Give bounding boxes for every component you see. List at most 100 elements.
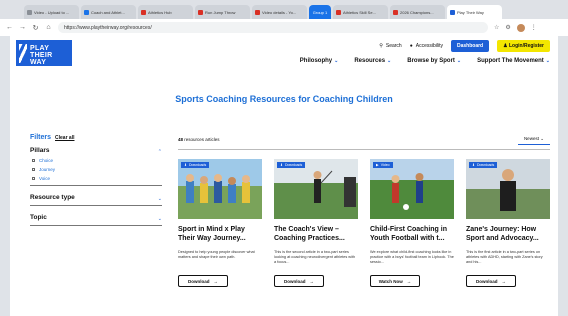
accessibility-icon: ●	[409, 43, 413, 49]
resource-card[interactable]: ⬇ Downloads The Coach's View – Coaching P…	[274, 159, 358, 287]
sort-select[interactable]: Newest ⌄	[517, 134, 550, 145]
filter-section-pillars[interactable]: Pillars ⌃ Choice Journey Voice	[30, 141, 162, 186]
resource-card[interactable]: ▶ Video Child-First Coaching in Youth Foo…	[370, 159, 454, 287]
search-icon: ⚲	[379, 43, 383, 49]
extensions-icon[interactable]: ⚙	[505, 24, 510, 31]
download-button[interactable]: Download →	[466, 275, 516, 287]
pillar-option[interactable]: Journey	[30, 167, 162, 172]
accessibility-button[interactable]: ● Accessibility	[410, 43, 443, 49]
card-image: ⬇ Downloads	[466, 159, 550, 219]
download-icon: ⬇	[280, 163, 283, 167]
arrow-right-icon: →	[309, 278, 315, 284]
tab-favicon-icon	[336, 9, 341, 15]
kids-photo	[186, 174, 250, 203]
checkbox[interactable]	[32, 177, 35, 180]
pillar-option[interactable]: Voice	[30, 176, 162, 181]
arrow-right-icon: →	[501, 278, 507, 284]
card-description: This is the second article in a two-part…	[274, 250, 356, 264]
football-photo	[391, 173, 424, 210]
card-title[interactable]: Zane's Journey: How Sport and Advocacy..…	[466, 225, 550, 245]
results-panel: 48 resources articles Newest ⌄ ⬇ Download…	[178, 134, 550, 287]
card-description: This is the first article in a two-part …	[466, 250, 543, 264]
browser-tab[interactable]: Athletics Skill Se...	[333, 5, 388, 19]
reload-icon[interactable]: ↻	[32, 24, 39, 32]
checkbox[interactable]	[32, 159, 35, 162]
search-button[interactable]: ⚲ Search	[379, 43, 402, 49]
browser-tab[interactable]: Run Jump Throw	[195, 5, 250, 19]
download-button[interactable]: Download →	[178, 275, 228, 287]
chevron-down-icon: ⌄	[540, 136, 544, 141]
tab-favicon-icon	[198, 9, 203, 15]
logo-mark-icon	[19, 44, 27, 63]
resource-card[interactable]: ⬇ Downloads Sport in Mind x Play Their Wa…	[178, 159, 262, 287]
golfer-photo	[313, 170, 356, 207]
tab-favicon-icon	[84, 9, 89, 15]
watch-now-button[interactable]: Watch Now →	[370, 275, 420, 287]
browser-tab-active[interactable]: Play Their Way	[447, 5, 502, 19]
arrow-right-icon: →	[213, 278, 219, 284]
card-title[interactable]: Sport in Mind x Play Their Way Journey..…	[178, 225, 262, 245]
chevron-up-icon: ⌃	[157, 149, 162, 155]
arrow-right-icon: →	[406, 278, 412, 284]
nav-philosophy[interactable]: Philosophy ⌄	[300, 58, 339, 64]
card-image: ⬇ Downloads	[178, 159, 262, 219]
browser-tab[interactable]: Video - Upload to ...	[24, 5, 79, 19]
filter-section-resource-type[interactable]: Resource type ⌄	[30, 186, 162, 206]
nav-browse-by-sport[interactable]: Browse by Sport ⌄	[407, 58, 461, 64]
checkbox[interactable]	[32, 168, 35, 171]
tab-favicon-icon	[255, 9, 260, 15]
web-page: PLAY THEIR WAY ⚲ Search ● Accessibility Da…	[10, 36, 558, 316]
menu-icon[interactable]: ⋮	[531, 24, 537, 31]
browser-tab[interactable]: Video details - Yo...	[252, 5, 307, 19]
tab-favicon-icon	[450, 9, 455, 15]
resource-cards: ⬇ Downloads Sport in Mind x Play Their Wa…	[178, 159, 550, 287]
tab-group-chip[interactable]: Group 1	[309, 5, 331, 19]
back-icon[interactable]: ←	[6, 24, 13, 31]
star-icon[interactable]: ☆	[494, 24, 499, 31]
nav-resources[interactable]: Resources ⌄	[354, 58, 391, 64]
nav-support-the-movement[interactable]: Support The Movement ⌄	[477, 58, 550, 64]
tab-strip: Video - Upload to ... Coach and Athlet..…	[24, 5, 502, 20]
card-title[interactable]: The Coach's View – Coaching Practices...	[274, 225, 358, 245]
chevron-down-icon: ⌄	[157, 196, 162, 202]
filters-panel: Filters Clear all Pillars ⌃ Choice Journ…	[30, 134, 162, 226]
filters-title: Filters	[30, 134, 52, 141]
downloads-badge: ⬇ Downloads	[181, 162, 210, 168]
download-button[interactable]: Download →	[274, 275, 324, 287]
browser-chrome: Video - Upload to ... Coach and Athlet..…	[0, 0, 568, 36]
chevron-down-icon: ⌄	[456, 58, 462, 64]
home-icon[interactable]: ⌂	[45, 24, 52, 31]
chevron-down-icon: ⌄	[545, 58, 550, 64]
forward-icon[interactable]: →	[19, 24, 26, 31]
chevron-down-icon: ⌄	[387, 58, 392, 64]
downloads-badge: ⬇ Downloads	[277, 162, 306, 168]
tab-favicon-icon	[141, 9, 146, 15]
address-bar-row: ← → ↻ ⌂ https://www.playtheirway.org/res…	[0, 19, 568, 36]
chevron-down-icon: ⌄	[157, 216, 162, 222]
video-badge: ▶ Video	[373, 162, 393, 168]
login-button[interactable]: ♟ Login/Register	[497, 40, 550, 52]
browser-tab[interactable]: 2026 Champions...	[390, 5, 445, 19]
filter-section-topic[interactable]: Topic ⌄	[30, 206, 162, 226]
chevron-down-icon: ⌄	[334, 58, 339, 64]
browser-tab[interactable]: Athletics Hub	[138, 5, 193, 19]
pillar-option[interactable]: Choice	[30, 158, 162, 163]
user-icon: ♟	[503, 43, 508, 49]
browser-tab[interactable]: Coach and Athlet...	[81, 5, 136, 19]
athlete-photo	[500, 169, 516, 211]
site-logo[interactable]: PLAY THEIR WAY	[16, 40, 72, 66]
resource-card[interactable]: ⬇ Downloads Zane's Journey: How Sport and…	[466, 159, 550, 287]
dashboard-button[interactable]: Dashboard	[450, 40, 490, 52]
card-title[interactable]: Child-First Coaching in Youth Football w…	[370, 225, 454, 245]
tab-favicon-icon	[393, 9, 398, 15]
card-image: ▶ Video	[370, 159, 454, 219]
profile-avatar[interactable]	[516, 23, 525, 32]
main-nav: Philosophy ⌄ Resources ⌄ Browse by Sport ⌄ …	[300, 58, 550, 64]
download-icon: ⬇	[472, 163, 475, 167]
play-icon: ▶	[376, 163, 379, 167]
url-field[interactable]: https://www.playtheirway.org/resources/	[58, 22, 488, 33]
page-title: Sports Coaching Resources for Coaching C…	[175, 94, 393, 104]
downloads-badge: ⬇ Downloads	[469, 162, 498, 168]
card-description: We explore what child-first coaching loo…	[370, 250, 454, 264]
download-icon: ⬇	[184, 163, 187, 167]
